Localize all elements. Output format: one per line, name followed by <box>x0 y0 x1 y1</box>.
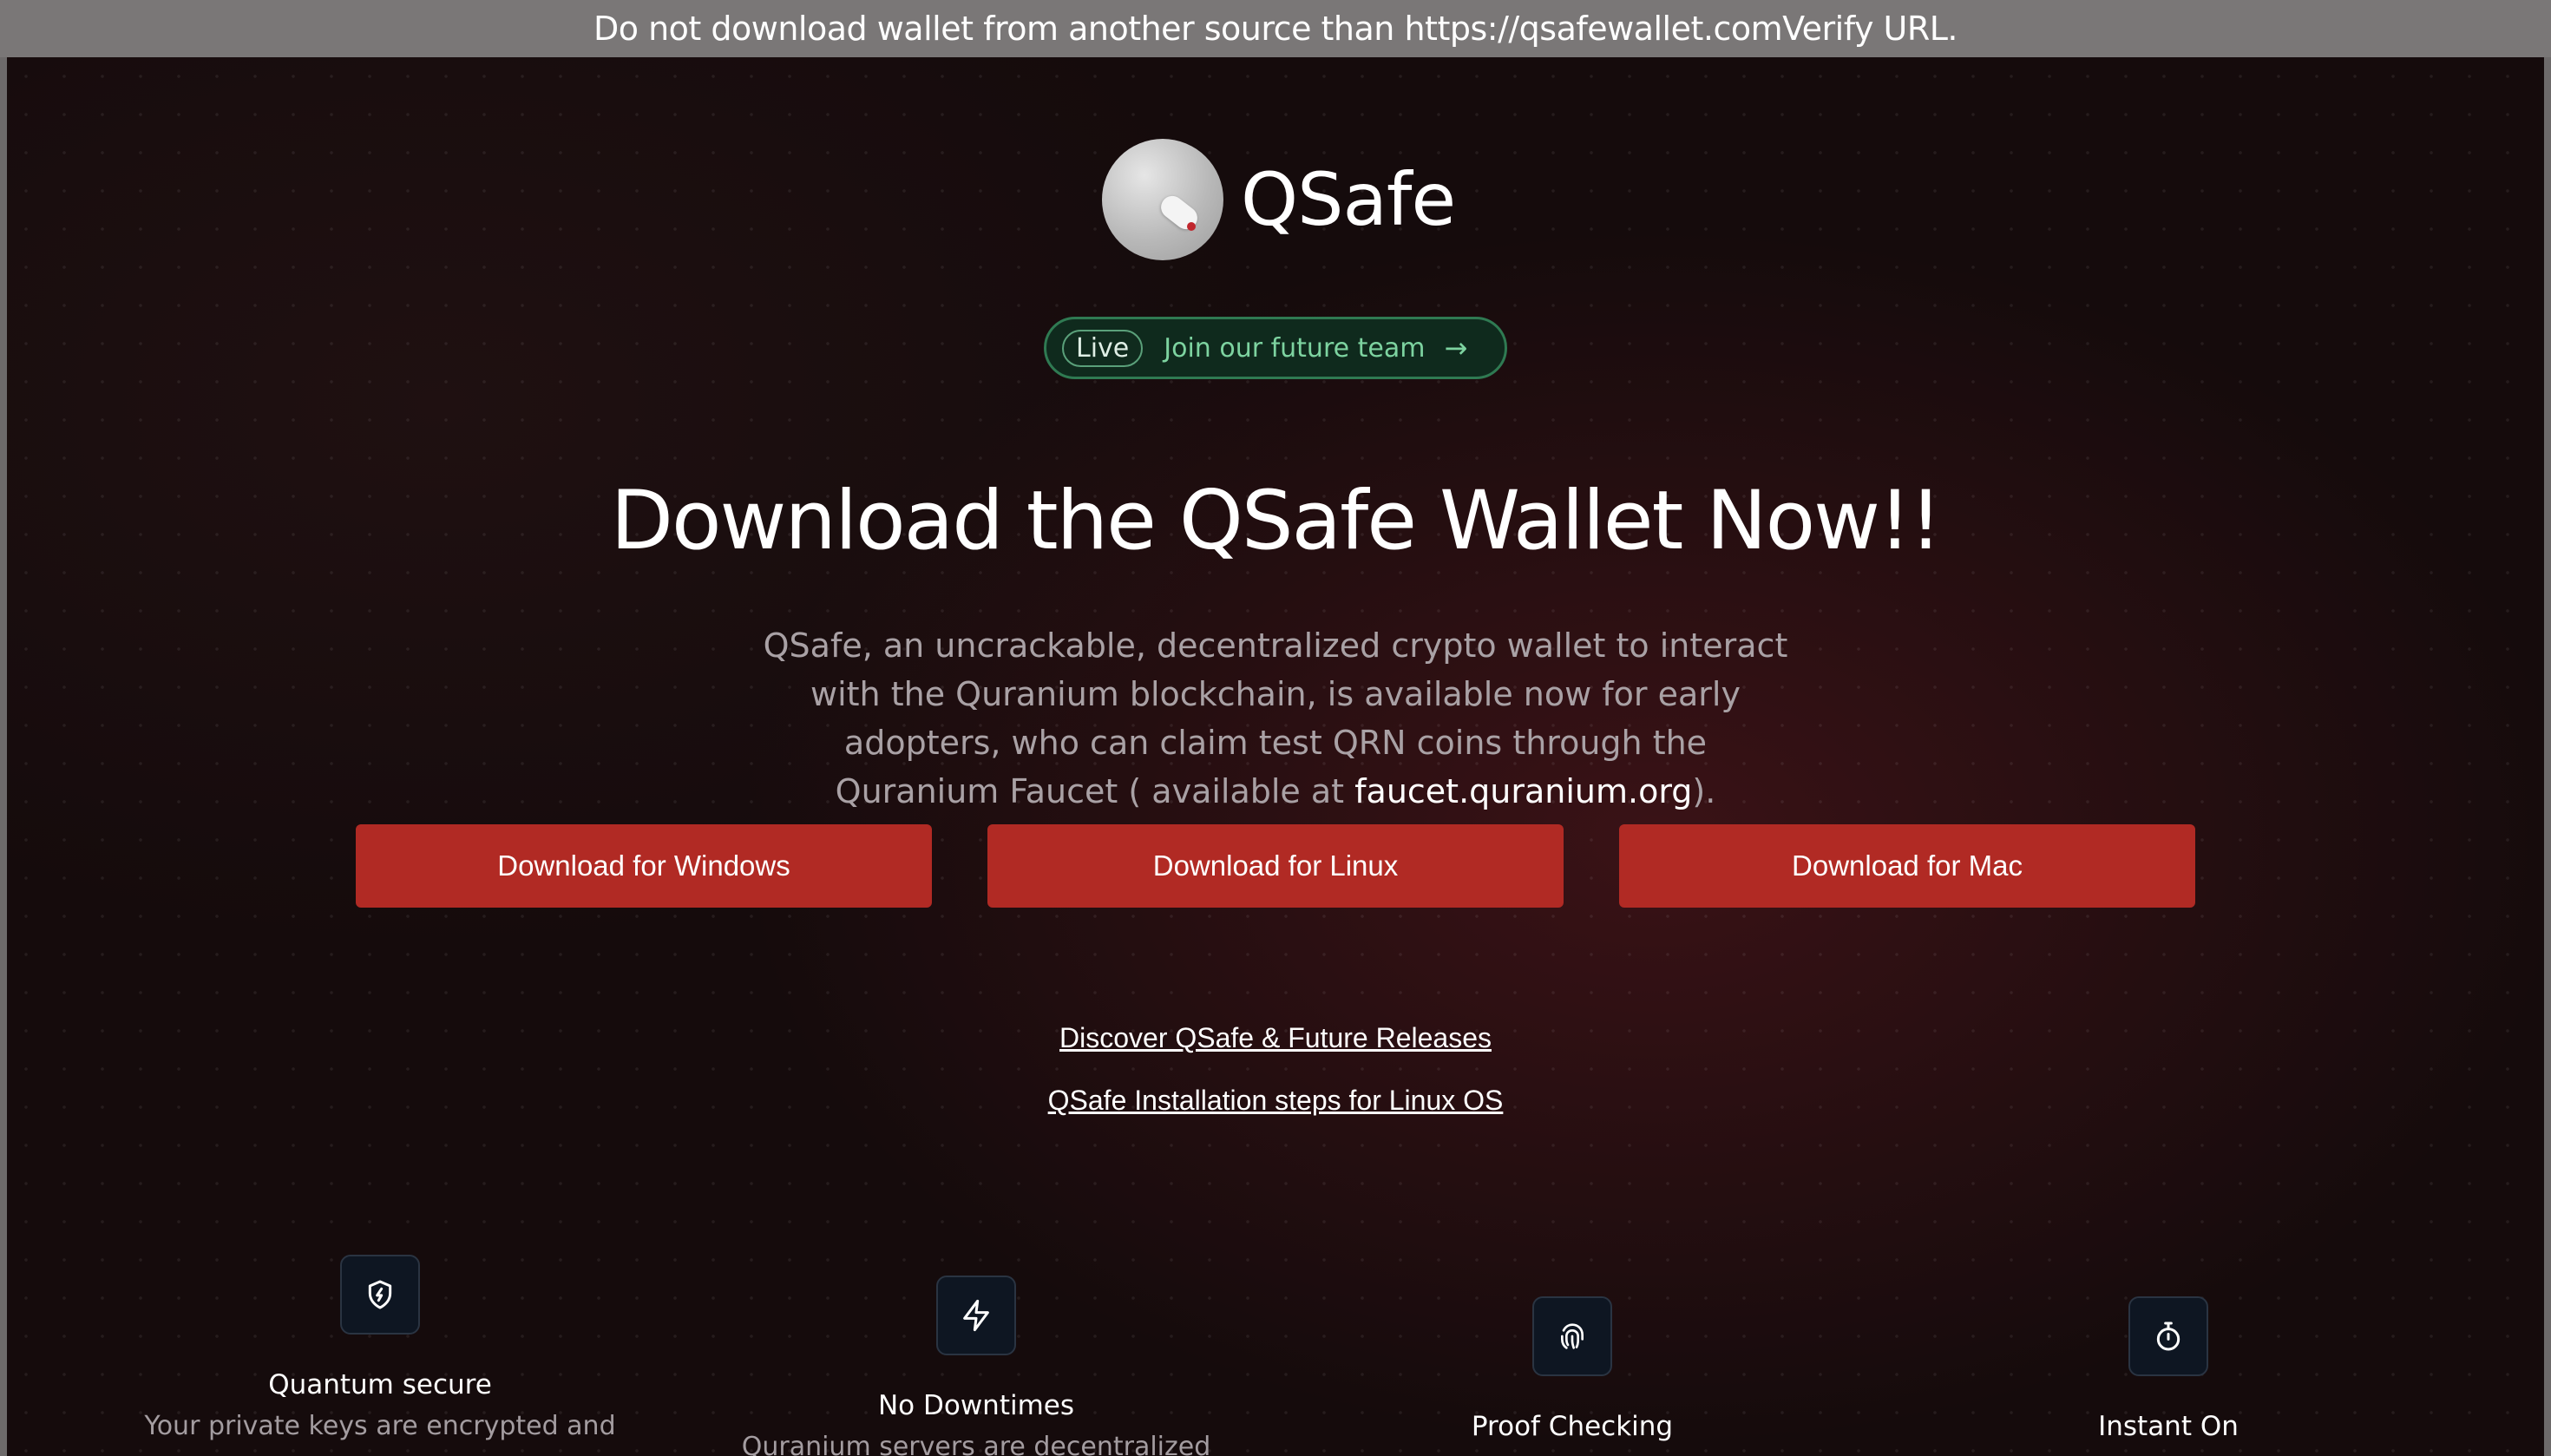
discover-releases-link[interactable]: Discover QSafe & Future Releases <box>7 1022 2544 1054</box>
brand-logo[interactable]: QSafe <box>1102 139 1456 260</box>
description-line: adopters, who can claim test QRN coins t… <box>843 724 1708 762</box>
join-team-pill[interactable]: Live Join our future team → <box>1044 317 1507 379</box>
description-text: Quranium Faucet ( available at <box>835 772 1355 810</box>
stopwatch-icon <box>2128 1296 2208 1376</box>
hero-description: QSafe, an uncrackable, decentralized cry… <box>755 621 1796 816</box>
feature-title: Instant On <box>2098 1411 2239 1442</box>
description-line: with the Quranium blockchain, is availab… <box>810 675 1741 713</box>
arrow-right-icon: → <box>1444 331 1468 364</box>
description-text: ). <box>1692 772 1716 810</box>
linux-install-steps-link[interactable]: QSafe Installation steps for Linux OS <box>7 1085 2544 1117</box>
feature-title: Quantum secure <box>268 1369 492 1400</box>
feature-description: Quranium servers are decentralized <box>741 1432 1211 1456</box>
page-title: Download the QSafe Wallet Now!! <box>610 474 1943 568</box>
faucet-link[interactable]: faucet.quranium.org <box>1354 772 1692 810</box>
page-main: QSafe Live Join our future team → Downlo… <box>7 57 2544 1456</box>
feature-description: Your private keys are encrypted and <box>144 1411 616 1441</box>
brand-name: QSafe <box>1241 157 1456 242</box>
feature-title: No Downtimes <box>877 1390 1075 1421</box>
logo-red-dot <box>1187 222 1196 231</box>
live-badge: Live <box>1062 329 1144 367</box>
download-mac-button[interactable]: Download for Mac <box>1619 824 2195 908</box>
download-linux-button[interactable]: Download for Linux <box>987 824 1564 908</box>
description-line: Quranium Faucet ( available at faucet.qu… <box>755 767 1796 816</box>
join-team-label: Join our future team <box>1164 332 1426 364</box>
description-line: QSafe, an uncrackable, decentralized cry… <box>763 626 1788 665</box>
fingerprint-icon <box>1532 1296 1612 1376</box>
download-windows-button[interactable]: Download for Windows <box>356 824 932 908</box>
lightning-icon <box>936 1276 1016 1355</box>
shield-bolt-icon <box>340 1255 420 1335</box>
security-warning-banner: Do not download wallet from another sour… <box>0 0 2551 57</box>
feature-title: Proof Checking <box>1471 1411 1674 1442</box>
qsafe-logo-icon <box>1102 139 1223 260</box>
